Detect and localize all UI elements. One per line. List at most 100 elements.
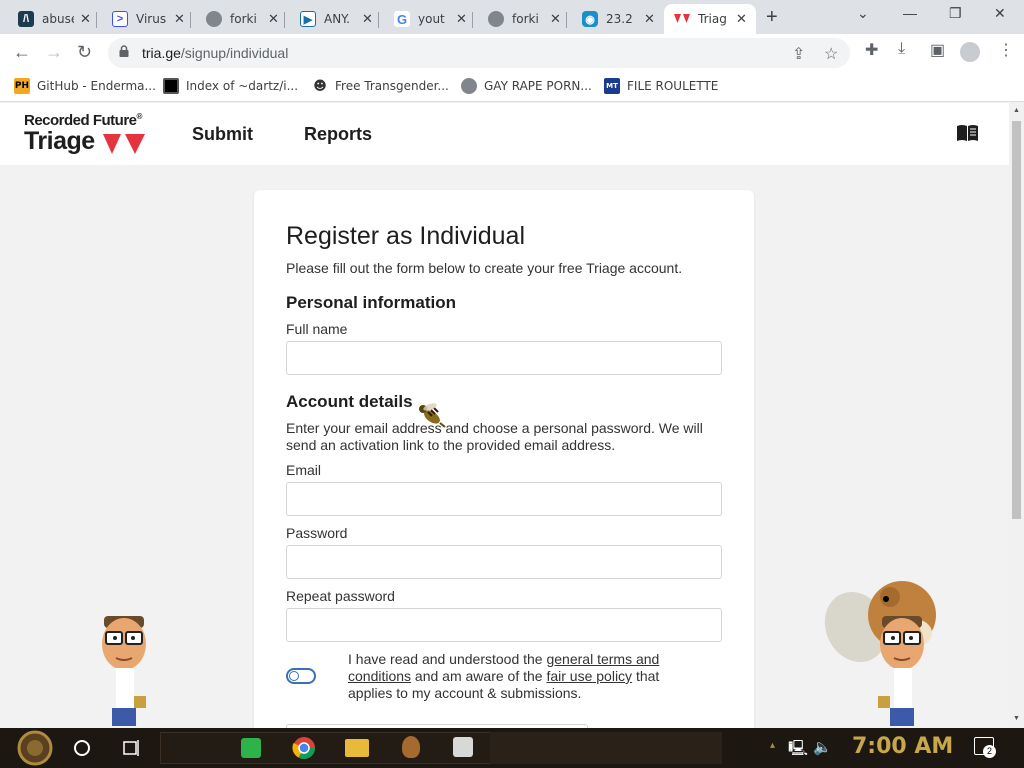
bookmark-label: GitHub - Enderma... xyxy=(37,79,156,93)
close-icon[interactable]: ✕ xyxy=(362,11,373,27)
account-heading: Account details xyxy=(286,392,413,411)
nav-submit[interactable]: Submit xyxy=(192,124,253,145)
bookmark-label: FILE ROULETTE xyxy=(627,79,719,93)
virustotal-icon: > xyxy=(112,11,128,27)
address-bar[interactable]: tria.ge/signup/individual ⇪ ☆ xyxy=(108,38,850,68)
terms-toggle[interactable] xyxy=(286,668,316,684)
page-scrollbar[interactable]: ▲ ▼ xyxy=(1009,103,1024,728)
new-tab-button[interactable]: + xyxy=(766,6,778,29)
tray-chevron-icon[interactable]: ▴ xyxy=(770,740,775,751)
globe-icon xyxy=(488,11,504,27)
browser-toolbar: ← → ↻ tria.ge/signup/individual ⇪ ☆ ✚ ⤓ … xyxy=(0,34,1024,72)
back-button[interactable]: ← xyxy=(13,42,31,63)
tab-title: forki xyxy=(230,12,257,26)
bookmark-file-roulette[interactable]: MT FILE ROULETTE xyxy=(604,78,718,94)
tab-google[interactable]: G yout ✕ xyxy=(384,4,473,34)
tab-title: abuse xyxy=(42,12,74,26)
restore-button[interactable]: ❐ xyxy=(949,5,962,22)
tab-ip[interactable]: ◉ 23.2 ✕ xyxy=(572,4,661,34)
password-input[interactable] xyxy=(286,545,722,579)
email-input[interactable] xyxy=(286,482,722,516)
docs-book-icon[interactable] xyxy=(956,124,979,142)
terms-text: I have read and understood the general t… xyxy=(348,651,693,702)
hamster-app-icon[interactable] xyxy=(402,736,420,758)
close-window-button[interactable]: ✕ xyxy=(994,5,1006,22)
wasp-cursor-icon xyxy=(419,403,446,428)
tab-fork-2[interactable]: forki ✕ xyxy=(478,4,567,34)
close-icon[interactable]: ✕ xyxy=(268,11,279,27)
scrollbar-thumb[interactable] xyxy=(1012,121,1021,519)
menu-kebab-icon[interactable]: ⋮ xyxy=(998,40,1014,60)
chrome-app-icon[interactable] xyxy=(292,736,316,760)
fair-use-link[interactable]: fair use policy xyxy=(546,668,632,684)
tab-title: forki xyxy=(512,12,539,26)
search-circle-icon[interactable] xyxy=(73,739,91,757)
google-icon: G xyxy=(394,11,410,27)
drama-masks-icon[interactable] xyxy=(453,737,473,757)
brand-triage[interactable]: Triage xyxy=(24,127,95,156)
close-icon[interactable]: ✕ xyxy=(80,11,91,27)
forward-button[interactable]: → xyxy=(45,42,63,63)
bookmark-transgender[interactable]: ☻ Free Transgender... xyxy=(312,78,449,94)
triage-logo-icon xyxy=(103,134,145,154)
file-roulette-icon: MT xyxy=(604,78,620,94)
volume-muted-icon[interactable]: 🔈 xyxy=(813,738,832,756)
file-explorer-icon[interactable] xyxy=(345,739,369,757)
start-button-icon[interactable] xyxy=(12,730,58,766)
scroll-down-icon[interactable]: ▼ xyxy=(1013,715,1020,722)
sheets-app-icon[interactable] xyxy=(241,738,261,758)
form-lead: Please fill out the form below to create… xyxy=(286,260,683,276)
close-icon[interactable]: ✕ xyxy=(736,11,747,27)
tab-search-icon[interactable]: ⌄ xyxy=(857,5,869,22)
tab-abuse[interactable]: /\ abuse ✕ xyxy=(8,4,97,34)
tab-anyrun[interactable]: ▶ ANY. ✕ xyxy=(290,4,379,34)
register-card: Register as Individual Please fill out t… xyxy=(254,190,754,728)
bookmark-label: GAY RAPE PORN... xyxy=(484,79,592,93)
profile-avatar-icon[interactable] xyxy=(960,42,980,62)
mask-icon: ☻ xyxy=(313,78,327,94)
personal-heading: Personal information xyxy=(286,293,457,312)
triage-icon xyxy=(674,11,690,27)
bookmark-index[interactable]: Index of ~dartz/i... xyxy=(163,78,298,94)
download-icon[interactable]: ⤓ xyxy=(898,40,905,58)
account-description: Enter your email address and choose a pe… xyxy=(286,420,703,453)
tab-strip: /\ abuse ✕ > Virus ✕ forki ✕ ▶ ANY. ✕ G … xyxy=(0,0,1024,34)
side-panel-icon[interactable]: ▣ xyxy=(930,40,945,60)
tab-triage[interactable]: Triag ✕ xyxy=(664,4,756,34)
repeat-password-input[interactable] xyxy=(286,608,722,642)
lock-icon xyxy=(119,45,129,57)
share-icon[interactable]: ⇪ xyxy=(792,44,805,64)
hank-character-right-icon xyxy=(878,616,924,726)
tab-fork-1[interactable]: forki ✕ xyxy=(196,4,285,34)
network-icon[interactable]: 🖳 xyxy=(788,738,808,763)
close-icon[interactable]: ✕ xyxy=(644,11,655,27)
nav-reports[interactable]: Reports xyxy=(304,124,372,145)
extensions-icon[interactable]: ✚ xyxy=(865,40,878,60)
email-label: Email xyxy=(286,462,322,478)
abuse-ch-icon: /\ xyxy=(18,11,34,27)
tab-title: 23.2 xyxy=(606,12,633,26)
close-icon[interactable]: ✕ xyxy=(456,11,467,27)
fullname-input[interactable] xyxy=(286,341,722,375)
url-path: /signup/individual xyxy=(180,45,289,61)
reload-button[interactable]: ↻ xyxy=(77,42,92,63)
bookmarks-bar: PH GitHub - Enderma... Index of ~dartz/i… xyxy=(0,72,1024,102)
notification-count-badge: 2 xyxy=(983,745,996,758)
bookmark-github[interactable]: PH GitHub - Enderma... xyxy=(14,78,156,94)
repeat-password-label: Repeat password xyxy=(286,588,395,604)
tab-title: Triag xyxy=(698,12,727,26)
url-host: tria.ge xyxy=(142,45,181,61)
task-view-icon[interactable] xyxy=(121,739,141,757)
bookmark-label: Index of ~dartz/i... xyxy=(186,79,299,93)
url-text: tria.ge/signup/individual xyxy=(142,45,288,61)
close-icon[interactable]: ✕ xyxy=(174,11,185,27)
anyrun-icon: ▶ xyxy=(300,11,316,27)
close-icon[interactable]: ✕ xyxy=(550,11,561,27)
scroll-up-icon[interactable]: ▲ xyxy=(1013,107,1020,114)
tab-virustotal[interactable]: > Virus ✕ xyxy=(102,4,191,34)
bookmark-porn[interactable]: GAY RAPE PORN... xyxy=(461,78,592,94)
minimize-button[interactable]: — xyxy=(903,5,917,21)
taskbar-clock[interactable]: 7:00 AM xyxy=(852,734,953,759)
bookmark-star-icon[interactable]: ☆ xyxy=(824,44,838,64)
password-label: Password xyxy=(286,525,348,541)
